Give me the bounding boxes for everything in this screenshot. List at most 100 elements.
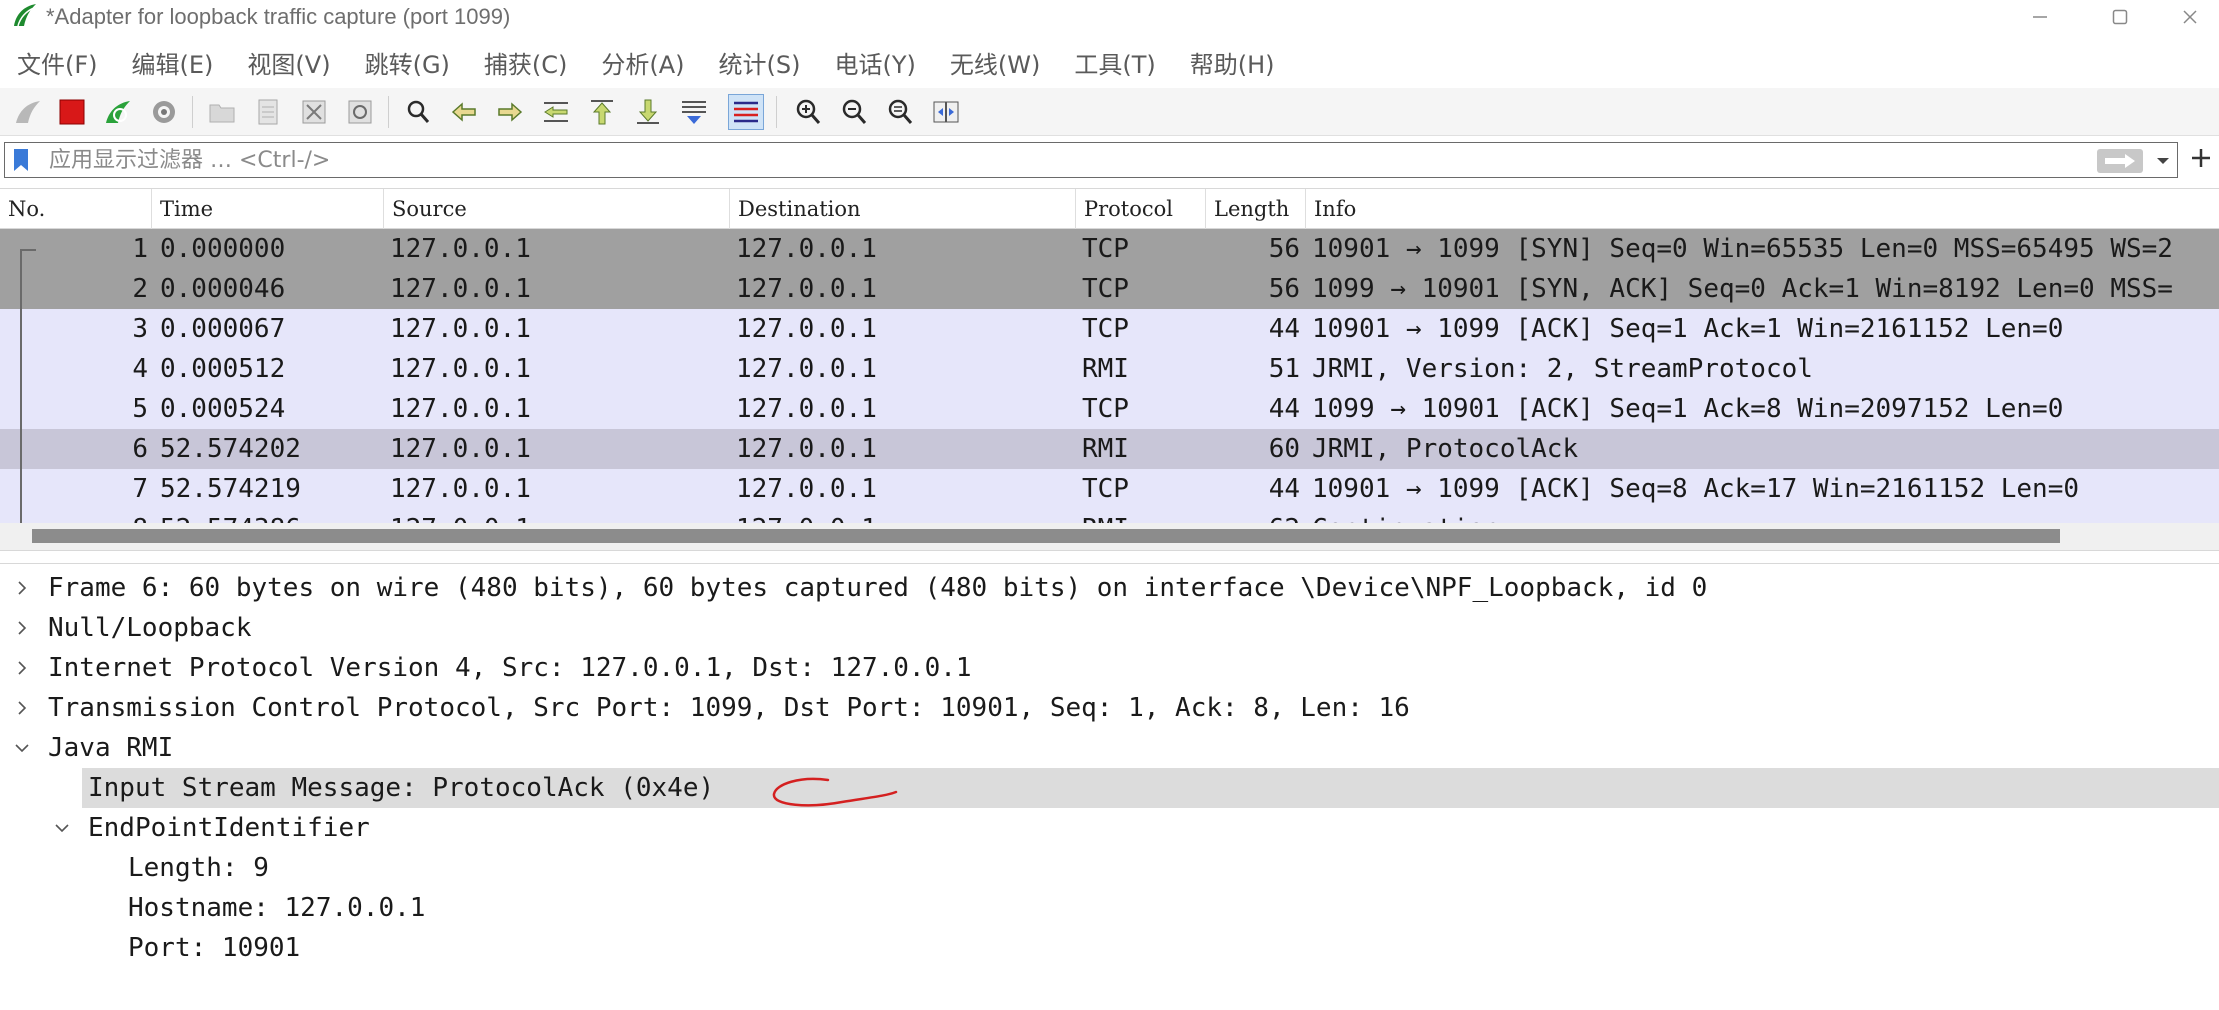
details-row-input-stream-message[interactable]: Input Stream Message: ProtocolAck (0x4e) [82, 768, 2219, 808]
packet-row[interactable]: 5 0.000524 127.0.0.1 127.0.0.1 TCP 44 10… [0, 389, 2219, 429]
maximize-icon [2112, 9, 2128, 25]
bookmark-icon[interactable] [11, 148, 31, 172]
chevron-right-icon[interactable] [12, 618, 32, 638]
reload-file-button[interactable] [342, 94, 378, 130]
packet-row[interactable]: 7 52.574219 127.0.0.1 127.0.0.1 TCP 44 1… [0, 469, 2219, 509]
capture-options-button[interactable] [146, 94, 182, 130]
packet-no: 5 [132, 394, 148, 424]
chevron-down-icon[interactable] [2153, 151, 2173, 171]
restart-capture-button[interactable] [100, 94, 136, 130]
column-header-info[interactable]: Info [1306, 189, 2219, 229]
chevron-right-icon[interactable] [12, 578, 32, 598]
display-filter-input[interactable] [49, 145, 2089, 175]
packet-row[interactable]: 1 0.000000 127.0.0.1 127.0.0.1 TCP 56 10… [0, 229, 2219, 269]
normal-size-button[interactable] [882, 94, 918, 130]
document-icon [258, 99, 278, 125]
toolbar-separator [776, 96, 777, 128]
packet-row-selected[interactable]: 6 52.574202 127.0.0.1 127.0.0.1 RMI 60 J… [0, 429, 2219, 469]
details-row-endpoint-identifier[interactable]: EndPointIdentifier [0, 808, 2219, 848]
packet-row[interactable]: 3 0.000067 127.0.0.1 127.0.0.1 TCP 44 10… [0, 309, 2219, 349]
packet-protocol: TCP [1082, 394, 1129, 424]
details-row-hostname[interactable]: Hostname: 127.0.0.1 [0, 888, 2219, 928]
save-file-button[interactable] [250, 94, 286, 130]
go-last-packet-button[interactable] [630, 94, 666, 130]
column-header-length[interactable]: Length [1206, 189, 1306, 229]
toolbar-separator [192, 96, 193, 128]
menu-telephony[interactable]: 电话(Y) [818, 45, 933, 80]
resize-columns-button[interactable] [928, 94, 964, 130]
column-header-source[interactable]: Source [384, 189, 730, 229]
menu-view[interactable]: 视图(V) [230, 45, 347, 80]
packet-details-pane: Frame 6: 60 bytes on wire (480 bits), 60… [0, 563, 2219, 1010]
menu-analyze[interactable]: 分析(A) [584, 45, 701, 80]
menu-go[interactable]: 跳转(G) [348, 45, 467, 80]
minimize-button[interactable] [2010, 0, 2070, 34]
go-to-packet-button[interactable] [538, 94, 574, 130]
packet-info: JRMI, ProtocolAck [1312, 434, 1579, 464]
auto-scroll-button[interactable] [676, 94, 712, 130]
wireshark-fin-icon [14, 4, 36, 27]
column-header-time[interactable]: Time [152, 189, 384, 229]
packet-no: 4 [132, 354, 148, 384]
start-capture-button[interactable] [10, 94, 46, 130]
packet-source: 127.0.0.1 [390, 509, 730, 523]
details-row-null-loopback[interactable]: Null/Loopback [0, 608, 2219, 648]
chevron-down-icon[interactable] [12, 738, 32, 758]
minimize-icon [2033, 16, 2047, 18]
details-row-length[interactable]: Length: 9 [0, 848, 2219, 888]
menu-file[interactable]: 文件(F) [0, 45, 115, 80]
conversation-bracket-tick [20, 249, 36, 251]
menu-statistics[interactable]: 统计(S) [702, 45, 818, 80]
packet-time: 0.000512 [160, 354, 286, 384]
menu-capture[interactable]: 捕获(C) [467, 45, 584, 80]
display-filter-bar [4, 142, 2178, 178]
open-file-button[interactable] [204, 94, 240, 130]
packet-row[interactable]: 2 0.000046 127.0.0.1 127.0.0.1 TCP 56 10… [0, 269, 2219, 309]
packet-length: 51 [1268, 354, 1300, 384]
packet-row[interactable]: 8 52.574386 127.0.0.1 127.0.0.1 RMI 62 C… [0, 509, 2219, 523]
details-row-frame[interactable]: Frame 6: 60 bytes on wire (480 bits), 60… [0, 568, 2219, 608]
add-filter-button[interactable] [2186, 140, 2216, 176]
colorize-button[interactable] [728, 94, 764, 130]
zoom-in-button[interactable] [790, 94, 826, 130]
menu-wireless[interactable]: 无线(W) [933, 45, 1057, 80]
column-header-protocol[interactable]: Protocol [1076, 189, 1206, 229]
chevron-right-icon[interactable] [12, 658, 32, 678]
zoom-out-button[interactable] [836, 94, 872, 130]
apply-filter-button[interactable] [2097, 149, 2143, 173]
packet-no: 7 [132, 474, 148, 504]
go-first-packet-button[interactable] [584, 94, 620, 130]
packet-info: 10901 → 1099 [ACK] Seq=1 Ack=1 Win=21611… [1312, 314, 2064, 344]
packet-protocol: TCP [1082, 234, 1129, 264]
packet-no: 8 [0, 509, 148, 523]
packet-list-horizontal-scrollbar[interactable] [0, 523, 2219, 551]
details-row-label: Transmission Control Protocol, Src Port:… [48, 693, 1410, 723]
packet-row[interactable]: 4 0.000512 127.0.0.1 127.0.0.1 RMI 51 JR… [0, 349, 2219, 389]
column-header-destination[interactable]: Destination [730, 189, 1076, 229]
close-button[interactable] [2160, 0, 2219, 34]
column-header-no[interactable]: No. [0, 189, 152, 229]
details-row-label: Input Stream Message: ProtocolAck (0x4e) [88, 773, 715, 803]
packet-time: 52.574386 [160, 509, 385, 523]
scrollbar-thumb[interactable] [32, 529, 2060, 543]
menu-help[interactable]: 帮助(H) [1173, 45, 1292, 80]
go-back-button[interactable] [446, 94, 482, 130]
details-row-ipv4[interactable]: Internet Protocol Version 4, Src: 127.0.… [0, 648, 2219, 688]
find-packet-button[interactable] [400, 94, 436, 130]
details-row-tcp[interactable]: Transmission Control Protocol, Src Port:… [0, 688, 2219, 728]
packet-no: 3 [132, 314, 148, 344]
arrow-left-icon [451, 102, 476, 122]
menu-bar: 文件(F) 编辑(E) 视图(V) 跳转(G) 捕获(C) 分析(A) 统计(S… [0, 42, 2219, 82]
packet-length: 56 [1268, 274, 1300, 304]
chevron-down-icon[interactable] [52, 818, 72, 838]
close-file-button[interactable] [296, 94, 332, 130]
restart-capture-icon [106, 101, 130, 123]
menu-edit[interactable]: 编辑(E) [115, 45, 231, 80]
menu-tools[interactable]: 工具(T) [1057, 45, 1172, 80]
go-forward-button[interactable] [492, 94, 528, 130]
maximize-button[interactable] [2090, 0, 2150, 34]
details-row-port[interactable]: Port: 10901 [0, 928, 2219, 968]
details-row-java-rmi[interactable]: Java RMI [0, 728, 2219, 768]
chevron-right-icon[interactable] [12, 698, 32, 718]
stop-capture-button[interactable] [54, 94, 90, 130]
